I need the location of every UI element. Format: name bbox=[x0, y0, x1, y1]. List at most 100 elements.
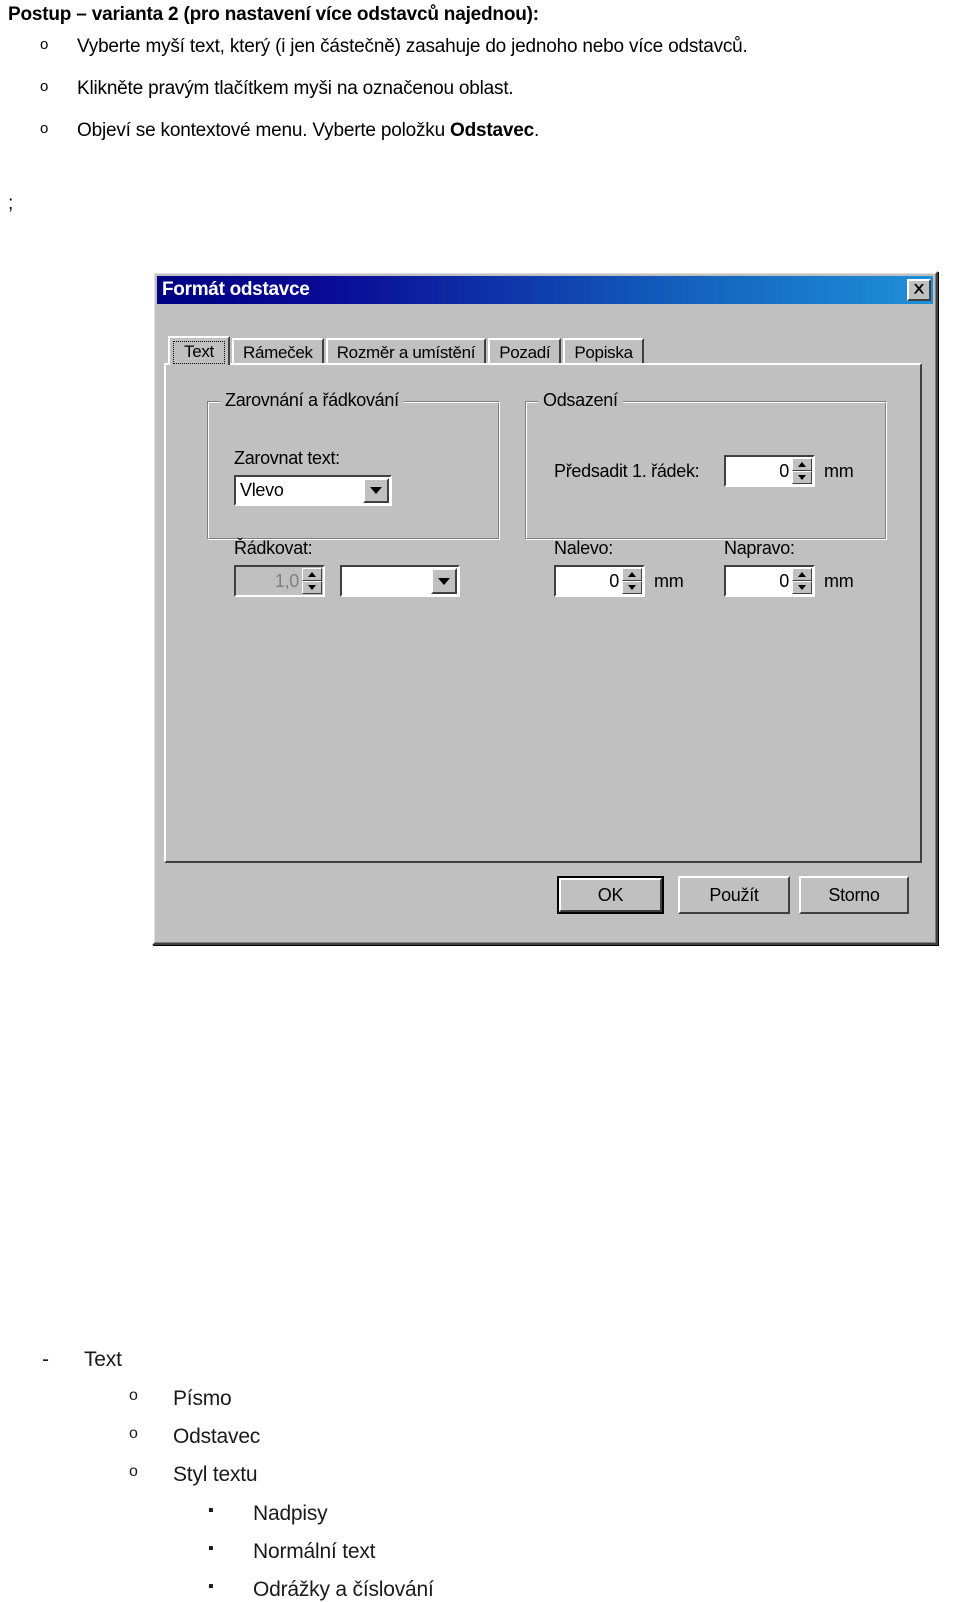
tab-text[interactable]: Text bbox=[168, 336, 230, 365]
tab-popiska[interactable]: Popiska bbox=[563, 338, 644, 365]
chevron-down-icon[interactable] bbox=[431, 568, 457, 594]
outline-marker-circle: o bbox=[129, 1463, 138, 1480]
right-indent-spinner[interactable]: 0 bbox=[724, 565, 815, 597]
spinner-down-button[interactable] bbox=[792, 581, 812, 594]
right-indent-value: 0 bbox=[779, 570, 789, 591]
triangle-down bbox=[628, 585, 636, 590]
outline-item-pismo: o Písmo bbox=[129, 1387, 232, 1411]
bullet-marker: o bbox=[40, 36, 49, 53]
right-indent-unit: mm bbox=[824, 571, 854, 591]
outline-label: Text bbox=[84, 1348, 122, 1371]
dialog-title: Formát odstavce bbox=[162, 279, 310, 300]
outline-item-odrazky-a-cislovani: ▪ Odrážky a číslování bbox=[208, 1578, 434, 1602]
outline-marker-square: ▪ bbox=[208, 1502, 214, 1519]
tabstrip: Text Rámeček Rozměr a umístění Pozadí Po… bbox=[168, 336, 646, 365]
outline-label: Odrážky a číslování bbox=[253, 1578, 434, 1601]
tab-ramecek[interactable]: Rámeček bbox=[231, 338, 324, 365]
spinner-up-button[interactable] bbox=[792, 568, 812, 581]
bullet-marker: o bbox=[40, 120, 49, 137]
close-button[interactable] bbox=[907, 279, 931, 301]
spinner-down-button[interactable] bbox=[622, 581, 642, 594]
spinner-down-button[interactable] bbox=[302, 581, 322, 594]
first-line-spin-buttons[interactable] bbox=[792, 458, 812, 484]
outline-marker-dash: - bbox=[42, 1348, 49, 1371]
line-spacing-combobox[interactable] bbox=[340, 565, 460, 597]
list-item: o Objeví se kontextové menu. Vyberte polo… bbox=[40, 120, 539, 142]
first-line-indent-value: 0 bbox=[779, 460, 789, 481]
page-title: Postup – varianta 2 (pro nastavení více … bbox=[8, 4, 539, 25]
tab-focus-ring bbox=[173, 341, 225, 364]
tab-label: Popiska bbox=[574, 342, 633, 362]
format-paragraph-dialog: Formát odstavce Text Rámeček Rozměr a um… bbox=[152, 271, 938, 945]
outline-item-styl-textu: o Styl textu bbox=[129, 1463, 258, 1487]
triangle-up bbox=[798, 462, 806, 467]
tab-label: Rozměr a umístění bbox=[336, 342, 476, 362]
dialog-titlebar[interactable]: Formát odstavce bbox=[157, 276, 933, 304]
outline-marker-circle: o bbox=[129, 1425, 138, 1442]
outline-label: Odstavec bbox=[173, 1425, 261, 1448]
spinner-up-button[interactable] bbox=[622, 568, 642, 581]
line-spacing-label: Řádkovat: bbox=[234, 538, 313, 558]
tab-label: Pozadí bbox=[499, 342, 551, 362]
left-indent-value: 0 bbox=[609, 570, 619, 591]
outline-item-nadpisy: ▪ Nadpisy bbox=[208, 1502, 328, 1526]
apply-button[interactable]: Použít bbox=[678, 876, 790, 914]
tab-rozmer-a-umisteni[interactable]: Rozměr a umístění bbox=[325, 338, 487, 365]
group-indent-legend: Odsazení bbox=[538, 390, 623, 411]
cancel-button[interactable]: Storno bbox=[799, 876, 909, 914]
spinner-up-button[interactable] bbox=[792, 458, 812, 471]
list-item-text: Klikněte pravým tlačítkem myši na označe… bbox=[77, 78, 514, 99]
ok-button-label: OK bbox=[597, 884, 624, 905]
outline-label: Styl textu bbox=[173, 1463, 258, 1486]
left-indent-spin-buttons[interactable] bbox=[622, 568, 642, 594]
align-text-label: Zarovnat text: bbox=[234, 448, 340, 468]
triangle-down bbox=[308, 585, 316, 590]
spinner-down-button[interactable] bbox=[792, 471, 812, 484]
list-item-text: Vyberte myší text, který (i jen částečně… bbox=[77, 36, 748, 57]
left-indent-spinner[interactable]: 0 bbox=[554, 565, 645, 597]
outline-item-odstavec: o Odstavec bbox=[129, 1425, 260, 1449]
group-alignment-frame bbox=[208, 402, 499, 539]
right-indent-spin-buttons[interactable] bbox=[792, 568, 812, 594]
left-indent-unit: mm bbox=[654, 571, 684, 591]
outline-label: Písmo bbox=[173, 1387, 232, 1410]
line-spacing-value: 1,0 bbox=[274, 570, 299, 591]
line-spacing-spin-buttons[interactable] bbox=[302, 568, 322, 594]
list-item: o Vyberte myší text, který (i jen částečn… bbox=[40, 36, 748, 58]
tab-pozadi[interactable]: Pozadí bbox=[488, 338, 562, 365]
triangle-up bbox=[798, 572, 806, 577]
outline-label: Nadpisy bbox=[253, 1502, 328, 1525]
cancel-button-label: Storno bbox=[828, 884, 880, 905]
triangle-up bbox=[308, 572, 316, 577]
triangle-down bbox=[798, 475, 806, 480]
outline-label: Normální text bbox=[253, 1540, 376, 1563]
first-line-indent-label: Předsadit 1. řádek: bbox=[554, 461, 700, 481]
outline-item-text: - Text bbox=[42, 1348, 122, 1372]
left-indent-label: Nalevo: bbox=[554, 538, 613, 558]
first-line-indent-unit: mm bbox=[824, 461, 854, 481]
list-item: o Klikněte pravým tlačítkem myši na označ… bbox=[40, 78, 514, 100]
stray-semicolon: ; bbox=[8, 193, 14, 214]
bullet-marker: o bbox=[40, 78, 49, 95]
align-text-value: Vlevo bbox=[240, 480, 284, 500]
outline-item-normalni-text: ▪ Normální text bbox=[208, 1540, 375, 1564]
triangle-down bbox=[438, 577, 450, 585]
first-line-indent-spinner[interactable]: 0 bbox=[724, 455, 815, 487]
triangle-down bbox=[370, 487, 382, 494]
group-alignment-legend: Zarovnání a řádkování bbox=[220, 390, 404, 411]
outline-marker-circle: o bbox=[129, 1387, 138, 1404]
right-indent-label: Napravo: bbox=[724, 538, 795, 558]
outline-marker-square: ▪ bbox=[208, 1578, 214, 1595]
tab-label: Rámeček bbox=[242, 342, 313, 362]
spinner-up-button[interactable] bbox=[302, 568, 322, 581]
triangle-down bbox=[798, 585, 806, 590]
list-item-text: Objeví se kontextové menu. Vyberte polož… bbox=[77, 120, 540, 141]
triangle-up bbox=[628, 572, 636, 577]
align-text-combobox[interactable]: Vlevo bbox=[234, 475, 392, 506]
line-spacing-spinner[interactable]: 1,0 bbox=[234, 565, 325, 597]
ok-button[interactable]: OK bbox=[557, 876, 664, 914]
outline-marker-square: ▪ bbox=[208, 1540, 214, 1557]
chevron-down-icon[interactable] bbox=[363, 478, 389, 503]
group-alignment: Zarovnání a řádkování bbox=[207, 390, 500, 540]
apply-button-label: Použít bbox=[709, 884, 759, 905]
